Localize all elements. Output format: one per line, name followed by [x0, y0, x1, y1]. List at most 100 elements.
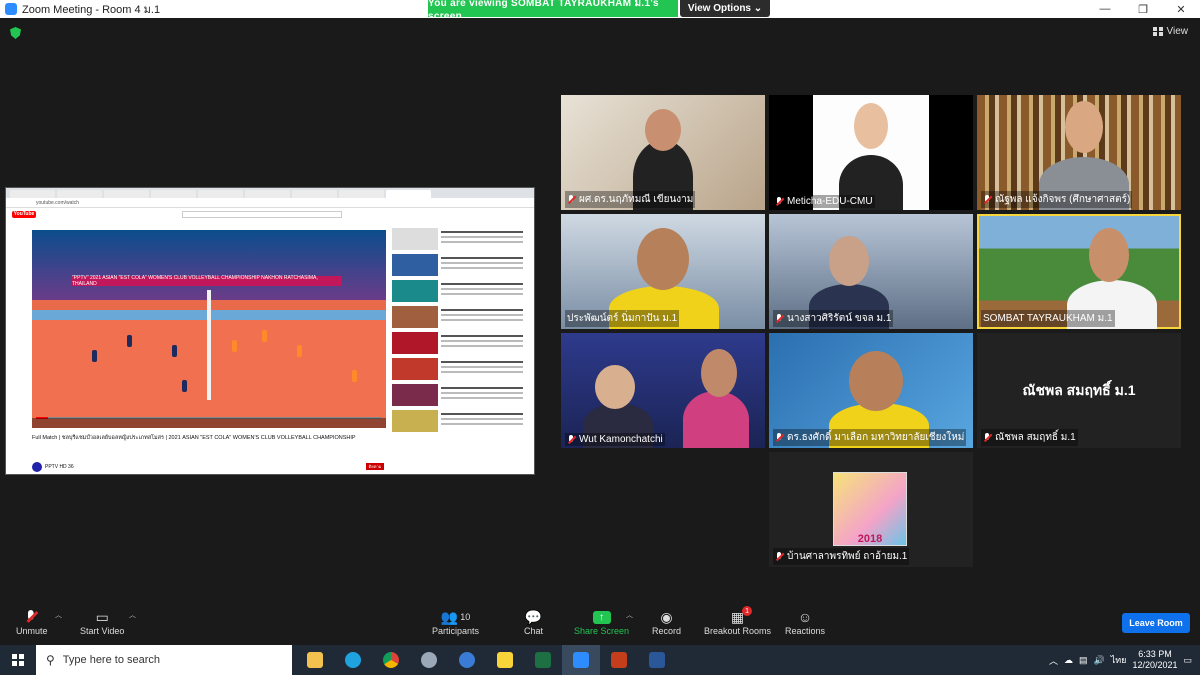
chat-button[interactable]: 💬 Chat — [524, 608, 544, 637]
thumbnail — [392, 358, 438, 380]
zoom-taskbar-icon[interactable] — [562, 645, 600, 675]
participant-name-tag: ดร.ธงศักดิ์ มาเลือก มหาวิทยาลัยเชียงใหม่ — [773, 429, 967, 446]
globe-taskbar-icon[interactable] — [448, 645, 486, 675]
recommended-item — [392, 280, 532, 302]
mic-muted-icon — [775, 313, 784, 324]
maximize-button[interactable]: ❐ — [1124, 0, 1162, 18]
start-video-button[interactable]: ▭ Start Video — [80, 608, 125, 637]
recommended-text — [441, 254, 532, 276]
unmute-button[interactable]: Unmute — [16, 608, 48, 636]
participant-face — [1065, 101, 1103, 153]
windows-logo-icon — [12, 654, 24, 666]
participant-tile[interactable]: Wut Kamonchatchi — [561, 333, 765, 448]
breakout-rooms-icon: ▦ 1 — [731, 606, 753, 626]
video-options-chevron-up-icon[interactable]: ︿ — [129, 610, 136, 620]
browser-tab — [245, 190, 290, 198]
mic-muted-icon — [775, 196, 784, 207]
powerpoint-taskbar-icon[interactable] — [600, 645, 638, 675]
taskbar-search-box[interactable]: ⚲ Type here to search — [36, 645, 292, 675]
participant-name: Meticha-EDU-CMU — [787, 196, 873, 207]
view-options-button[interactable]: View Options ⌄ — [680, 0, 770, 17]
shared-screen[interactable]: youtube.com/watch YouTube "PPTV" 2021 AS… — [5, 187, 535, 475]
recommended-text — [441, 280, 532, 302]
participant-tile[interactable]: ดร.ธงศักดิ์ มาเลือก มหาวิทยาลัยเชียงใหม่ — [769, 333, 973, 448]
participant-tile[interactable]: ณัชพล สมฤทธิ์ ม.1 ณัชพล สมฤทธิ์ ม.1 — [977, 333, 1181, 448]
video-title: Full Match | ชลบุรีแชมป์วอลเลย์บอลหญิงปร… — [32, 435, 356, 441]
cloud-icon[interactable]: ☁ — [1064, 655, 1073, 666]
start-video-label: Start Video — [80, 626, 125, 636]
volume-icon[interactable]: 🔊 — [1093, 655, 1104, 666]
participant-tile[interactable]: ณัฐพล แจ้งกิจพร (ศึกษาศาสตร์) — [977, 95, 1181, 210]
participant-name: ณัฐพล แจ้งกิจพร (ศึกษาศาสตร์) — [995, 194, 1131, 205]
participant-tile[interactable]: ผศ.ดร.นฤภัทมณี เขียนงาม — [561, 95, 765, 210]
player — [297, 345, 302, 357]
record-button[interactable]: ◉ Record — [652, 608, 681, 637]
participants-icon: 👥 10 — [440, 608, 471, 625]
participant-name: ณัชพล สมฤทธิ์ ม.1 — [995, 432, 1076, 443]
encryption-shield-icon[interactable] — [10, 27, 21, 39]
recommended-item — [392, 332, 532, 354]
input-language[interactable]: ไทย — [1111, 653, 1127, 667]
browser-tab — [104, 190, 149, 198]
participant-tile-active-speaker[interactable]: SOMBAT TAYRAUKHAM ม.1 — [977, 214, 1181, 329]
share-options-chevron-up-icon[interactable]: ︿ — [626, 610, 633, 620]
leave-room-button[interactable]: Leave Room — [1122, 613, 1190, 633]
app-taskbar-icon[interactable] — [410, 645, 448, 675]
participant-name-tag: ณัชพล สมฤทธิ์ ม.1 — [981, 429, 1078, 446]
tray-chevron-up-icon[interactable]: ︿ — [1049, 654, 1058, 667]
excel-taskbar-icon[interactable] — [524, 645, 562, 675]
app-icon — [421, 652, 437, 668]
minimize-button[interactable]: — — [1086, 0, 1124, 18]
recommended-item — [392, 254, 532, 276]
participant-face — [645, 109, 681, 151]
participant-name: บ้านศาลาพรทิพย์ ถาอ้ายม.1 — [787, 551, 908, 562]
zoom-app-icon — [5, 3, 17, 15]
participant-tile[interactable]: 2018 บ้านศาลาพรทิพย์ ถาอ้ายม.1 — [769, 452, 973, 567]
browser-tab — [151, 190, 196, 198]
chat-label: Chat — [524, 626, 544, 636]
file-explorer-taskbar-icon[interactable] — [296, 645, 334, 675]
chrome-taskbar-icon[interactable] — [372, 645, 410, 675]
notifications-icon[interactable]: ▭ — [1183, 655, 1192, 666]
participant-tile[interactable]: Meticha-EDU-CMU — [769, 95, 973, 210]
sticky-notes-taskbar-icon[interactable] — [486, 645, 524, 675]
word-taskbar-icon[interactable] — [638, 645, 676, 675]
view-button[interactable]: View — [1152, 26, 1188, 37]
start-button[interactable] — [0, 645, 36, 675]
youtube-logo: YouTube — [12, 210, 36, 218]
share-screen-label: Share Screen — [574, 626, 630, 636]
participant-tile[interactable]: ประพัฒน์ตร์ นิ่มกาปัน ม.1 — [561, 214, 765, 329]
share-screen-button[interactable]: ↑ Share Screen — [574, 608, 629, 636]
close-button[interactable]: ✕ — [1162, 0, 1200, 18]
mic-muted-icon — [567, 434, 576, 445]
mic-muted-icon — [567, 194, 576, 205]
recommended-text — [441, 358, 532, 380]
reactions-button[interactable]: ☺ Reactions — [785, 608, 825, 636]
participants-label: Participants — [432, 626, 480, 636]
network-icon[interactable]: ▤ — [1079, 655, 1088, 666]
thumbnail — [392, 410, 438, 432]
browser-url-bar: youtube.com/watch — [6, 198, 534, 208]
window-title: Zoom Meeting - Room 4 ม.1 — [22, 4, 161, 16]
participant-body — [683, 391, 749, 448]
participant-name: ดร.ธงศักดิ์ มาเลือก มหาวิทยาลัยเชียงใหม่ — [787, 432, 965, 443]
clock-time: 6:33 PM — [1138, 649, 1172, 659]
browser-tab — [292, 190, 337, 198]
participants-button[interactable]: 👥 10 Participants — [432, 608, 480, 637]
mic-muted-icon — [27, 608, 36, 626]
breakout-rooms-button[interactable]: ▦ 1 Breakout Rooms — [704, 606, 771, 636]
participant-tile[interactable]: นางสาวศิริรัตน์ ขจล ม.1 — [769, 214, 973, 329]
channel-name: PPTV HD 36 — [45, 464, 74, 470]
sticky-notes-icon — [497, 652, 513, 668]
folder-icon — [307, 652, 323, 668]
edge-taskbar-icon[interactable] — [334, 645, 372, 675]
video-off-icon: ▭ — [95, 608, 109, 625]
participant-name: Wut Kamonchatchi — [579, 434, 663, 445]
taskbar-clock[interactable]: 6:33 PM 12/20/2021 — [1132, 649, 1177, 671]
participant-name: SOMBAT TAYRAUKHAM ม.1 — [983, 313, 1113, 324]
thumbnail — [392, 280, 438, 302]
participants-count: 10 — [460, 612, 471, 622]
youtube-search-box — [182, 210, 342, 218]
audio-options-chevron-up-icon[interactable]: ︿ — [55, 610, 62, 620]
player — [92, 350, 97, 362]
